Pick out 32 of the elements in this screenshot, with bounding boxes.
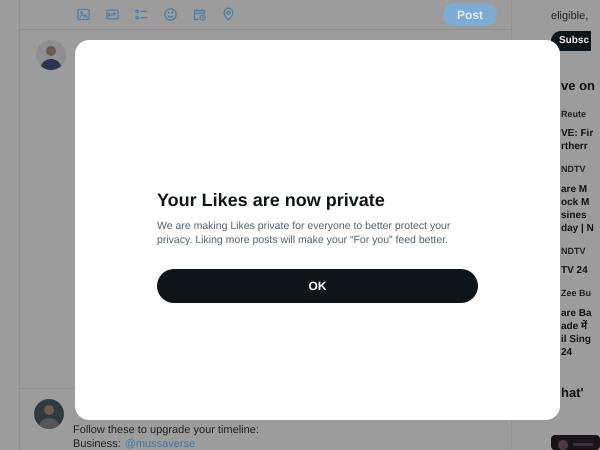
news-headline[interactable]: VE: Fir	[561, 127, 595, 140]
avatar[interactable]	[36, 40, 66, 70]
emoji-icon[interactable]	[163, 7, 178, 22]
dialog-message: We are making Likes private for everyone to better protect your privacy. Liking more posts will make your “For you” feed better.	[157, 219, 452, 247]
post-text: Follow these to upgrade your timeline:	[73, 424, 259, 437]
news-headline[interactable]: il Sing	[561, 332, 595, 346]
avatar[interactable]	[34, 399, 64, 429]
section-heading: ve on	[561, 77, 595, 95]
news-source: Reute	[561, 108, 588, 120]
news-headline[interactable]: day | N	[561, 222, 595, 234]
news-source: NDTV	[561, 244, 586, 258]
news-source: NDTV	[561, 163, 586, 176]
subscribe-button[interactable]: Subsc	[551, 30, 592, 50]
premium-text: eligible,	[551, 9, 590, 24]
location-pin-icon[interactable]	[221, 7, 236, 22]
news-source: Zee Bu	[561, 287, 592, 300]
news-headline[interactable]: sines	[561, 208, 595, 222]
calendar-clock-icon[interactable]	[192, 7, 207, 22]
list-icon[interactable]	[134, 7, 149, 22]
news-headline[interactable]: 24	[561, 346, 595, 358]
news-headline[interactable]: rtherr	[561, 140, 595, 153]
news-headline[interactable]: are M	[561, 182, 595, 196]
news-headline[interactable]: ock M	[561, 196, 595, 208]
news-headline[interactable]: ade में	[561, 320, 595, 332]
post-label: Business:	[73, 438, 121, 450]
news-headline[interactable]: TV 24	[561, 264, 595, 277]
ok-button[interactable]: OK	[157, 269, 478, 303]
section-heading: hat'	[561, 384, 585, 402]
gif-icon[interactable]	[105, 7, 120, 22]
news-headline[interactable]: are Ba	[561, 306, 595, 320]
image-icon[interactable]	[76, 7, 91, 22]
dialog-title: Your Likes are now private	[157, 189, 386, 212]
